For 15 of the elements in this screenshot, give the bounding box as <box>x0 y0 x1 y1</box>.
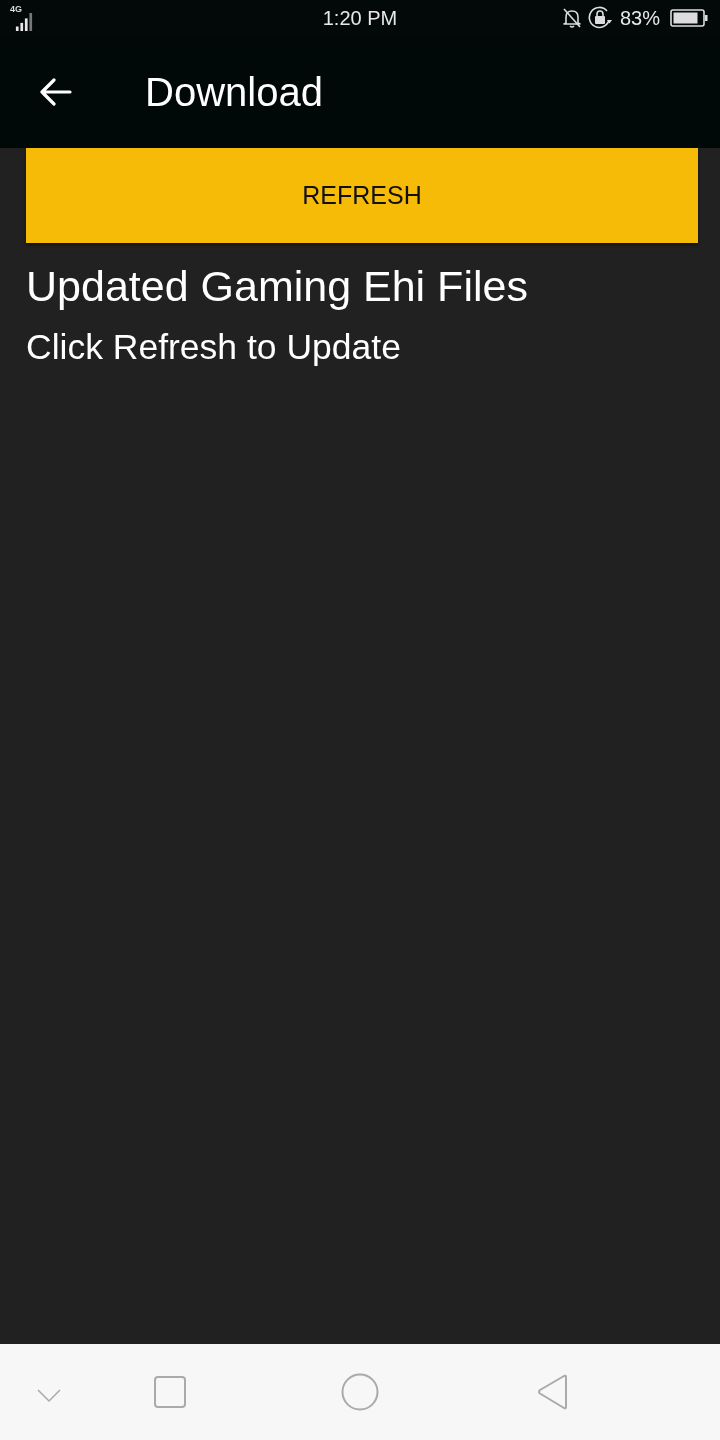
instruction-text: Click Refresh to Update <box>26 326 402 368</box>
chevron-down-icon[interactable] <box>37 1389 61 1403</box>
rotation-lock-icon <box>587 6 614 30</box>
network-type: 4G <box>10 5 22 14</box>
bell-off-icon <box>561 7 582 29</box>
clock-time: 1:20 PM <box>322 6 398 30</box>
recent-apps-icon[interactable] <box>154 1376 186 1408</box>
battery-percentage: 83% <box>619 6 660 30</box>
refresh-button[interactable]: REFRESH <box>26 148 698 243</box>
back-arrow-icon[interactable] <box>40 78 72 106</box>
battery-icon <box>670 9 708 27</box>
page-title: Download <box>145 69 323 115</box>
back-triangle-icon[interactable] <box>537 1374 569 1410</box>
home-icon[interactable] <box>341 1373 379 1411</box>
heading-text: Updated Gaming Ehi Files <box>26 261 529 312</box>
